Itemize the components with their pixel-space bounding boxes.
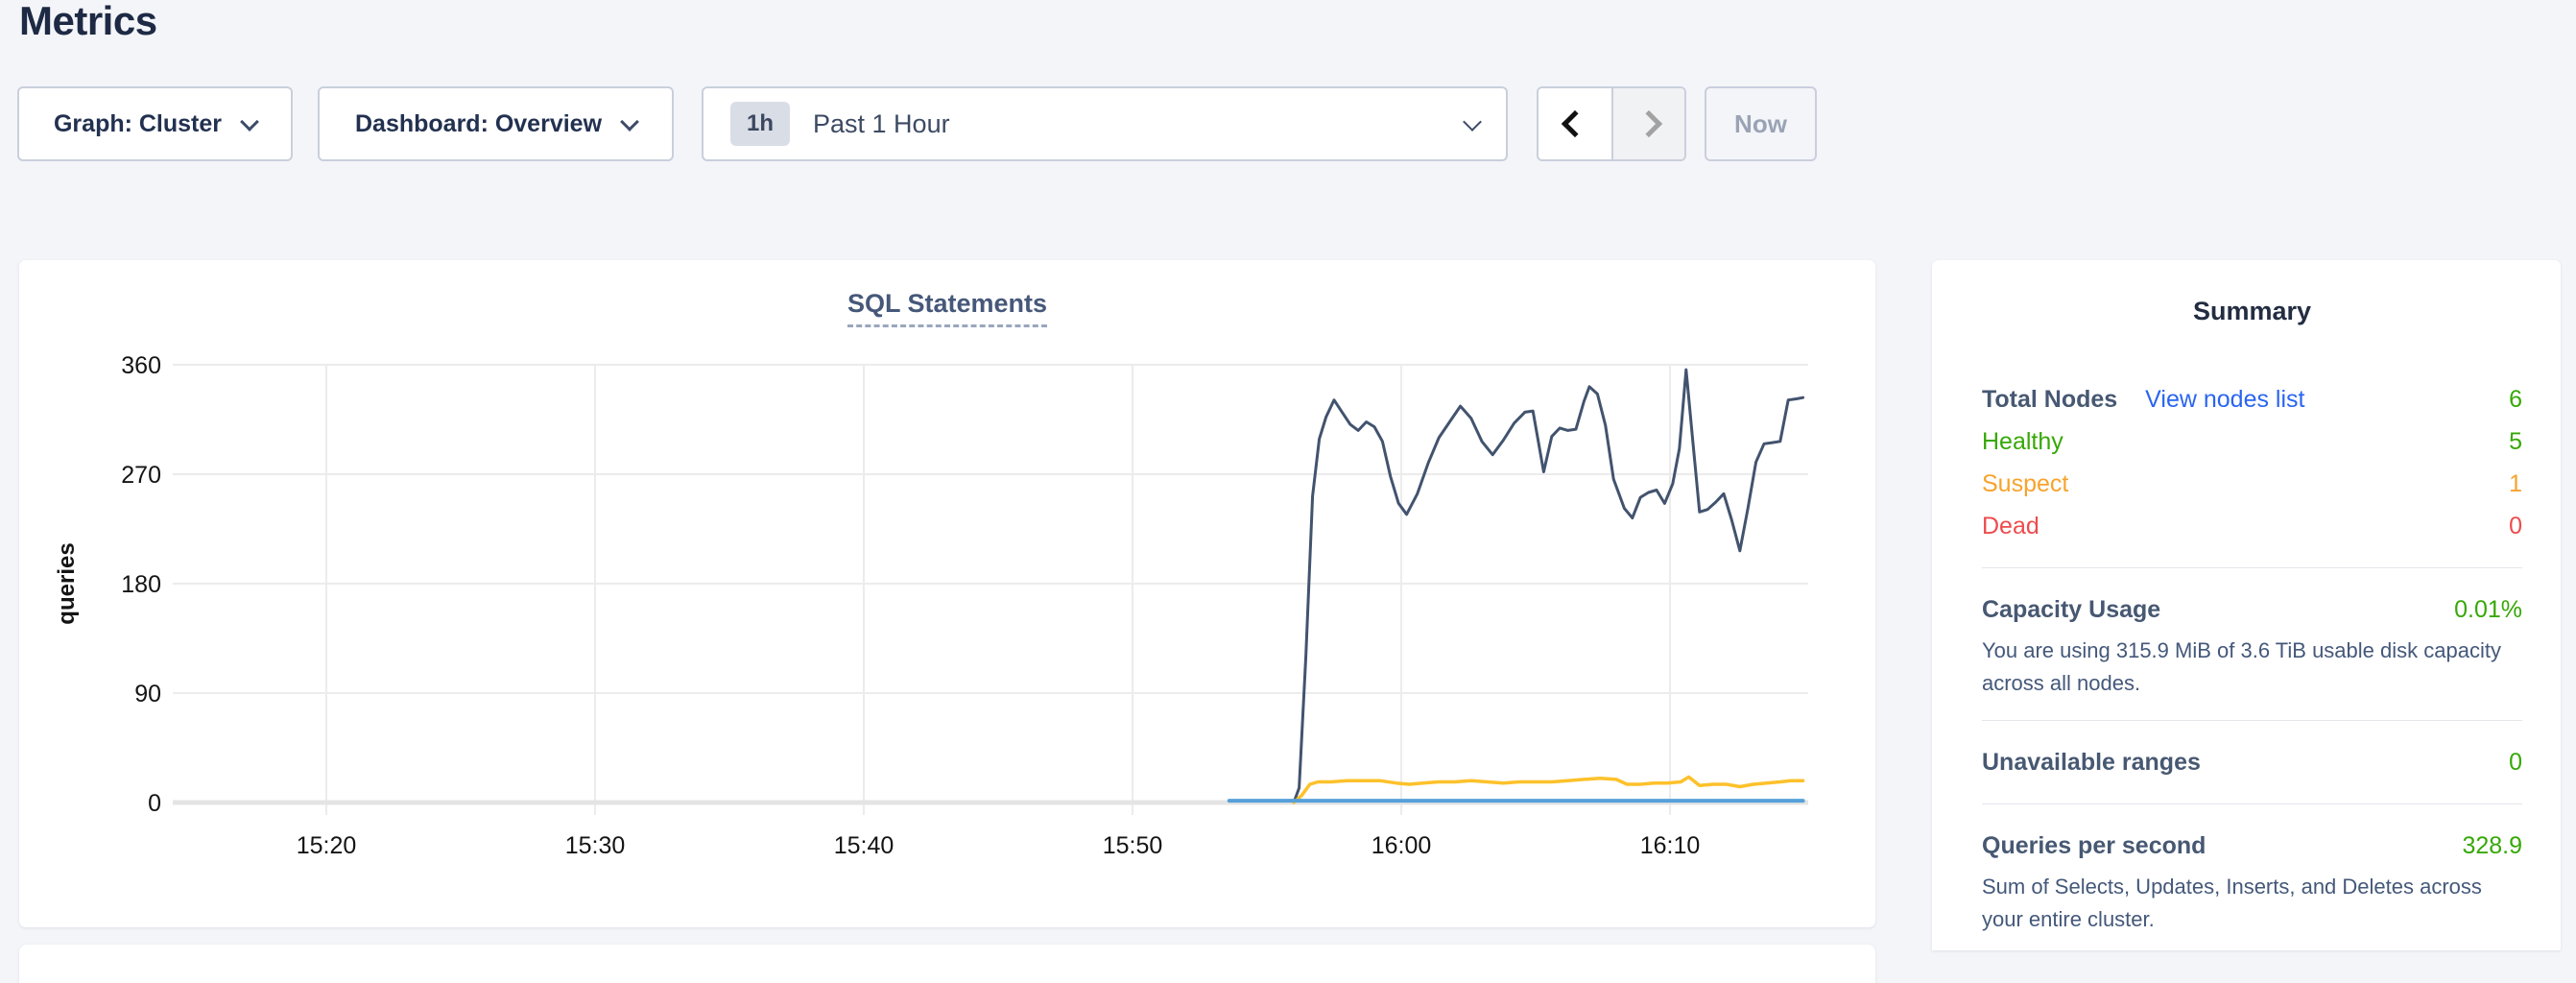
- svg-text:0: 0: [148, 790, 161, 817]
- chevron-down-icon: [620, 112, 639, 132]
- time-window-label: Past 1 Hour: [813, 109, 950, 139]
- svg-text:15:20: 15:20: [297, 832, 357, 859]
- dashboard-dropdown-label: Dashboard: Overview: [355, 110, 602, 138]
- toolbar: Graph: Cluster Dashboard: Overview 1h Pa…: [17, 86, 1817, 161]
- divider: [1982, 803, 2522, 804]
- svg-text:15:40: 15:40: [834, 832, 894, 859]
- chevron-down-icon: [1463, 112, 1482, 132]
- now-button[interactable]: Now: [1705, 86, 1817, 161]
- time-window-picker[interactable]: 1h Past 1 Hour: [702, 86, 1508, 161]
- svg-text:queries: queries: [54, 542, 80, 624]
- summary-title: Summary: [1982, 297, 2522, 326]
- chart-title-wrap: SQL Statements: [19, 289, 1875, 327]
- healthy-row: Healthy 5: [1982, 420, 2522, 463]
- prev-time-button[interactable]: [1538, 88, 1611, 159]
- svg-text:180: 180: [121, 571, 161, 598]
- dead-label: Dead: [1982, 513, 2039, 540]
- sql-statements-chart-card: SQL Statements 0 90 180 270 360 15:20 15:30 15:…: [19, 260, 1875, 927]
- unavailable-ranges-label: Unavailable ranges: [1982, 749, 2201, 777]
- divider: [1982, 567, 2522, 568]
- capacity-usage-description: You are using 315.9 MiB of 3.6 TiB usabl…: [1982, 635, 2522, 700]
- unavailable-ranges-value: 0: [2509, 749, 2522, 777]
- graph-dropdown[interactable]: Graph: Cluster: [17, 86, 293, 161]
- chevron-right-icon: [1635, 110, 1662, 137]
- divider: [1982, 720, 2522, 721]
- chevron-left-icon: [1562, 110, 1588, 137]
- healthy-value: 5: [2509, 428, 2522, 456]
- summary-panel: Summary Total Nodes View nodes list 6 He…: [1932, 260, 2561, 950]
- time-step-buttons: [1537, 86, 1686, 161]
- dead-value: 0: [2509, 513, 2522, 540]
- capacity-usage-row: Capacity Usage 0.01%: [1982, 588, 2522, 631]
- svg-text:270: 270: [121, 462, 161, 489]
- time-window-badge: 1h: [730, 102, 790, 146]
- queries-per-second-row: Queries per second 328.9: [1982, 825, 2522, 867]
- next-time-button[interactable]: [1611, 88, 1684, 159]
- svg-text:16:00: 16:00: [1371, 832, 1432, 859]
- healthy-label: Healthy: [1982, 428, 2063, 456]
- chevron-down-icon: [240, 112, 259, 132]
- svg-text:90: 90: [134, 681, 161, 707]
- suspect-row: Suspect 1: [1982, 463, 2522, 505]
- dashboard-dropdown[interactable]: Dashboard: Overview: [318, 86, 674, 161]
- suspect-value: 1: [2509, 470, 2522, 498]
- sql-statements-chart[interactable]: 0 90 180 270 360 15:20 15:30 15:40 15:50 16:00 16:…: [19, 260, 1875, 927]
- next-chart-card: [19, 945, 1875, 983]
- capacity-usage-label: Capacity Usage: [1982, 596, 2160, 624]
- svg-text:15:50: 15:50: [1103, 832, 1163, 859]
- capacity-usage-value: 0.01%: [2454, 596, 2522, 624]
- queries-per-second-label: Queries per second: [1982, 832, 2206, 860]
- suspect-label: Suspect: [1982, 470, 2068, 498]
- queries-per-second-description: Sum of Selects, Updates, Inserts, and De…: [1982, 871, 2522, 936]
- total-nodes-value: 6: [2509, 386, 2522, 414]
- chart-title[interactable]: SQL Statements: [847, 289, 1047, 327]
- graph-dropdown-label: Graph: Cluster: [54, 110, 222, 138]
- total-nodes-row: Total Nodes View nodes list 6: [1982, 378, 2522, 420]
- total-nodes-label: Total Nodes: [1982, 386, 2117, 413]
- page-title: Metrics: [19, 0, 157, 44]
- svg-text:15:30: 15:30: [565, 832, 626, 859]
- svg-text:16:10: 16:10: [1640, 832, 1701, 859]
- dead-row: Dead 0: [1982, 505, 2522, 547]
- view-nodes-link[interactable]: View nodes list: [2145, 386, 2304, 413]
- unavailable-ranges-row: Unavailable ranges 0: [1982, 741, 2522, 783]
- queries-per-second-value: 328.9: [2462, 832, 2522, 860]
- svg-text:360: 360: [121, 352, 161, 379]
